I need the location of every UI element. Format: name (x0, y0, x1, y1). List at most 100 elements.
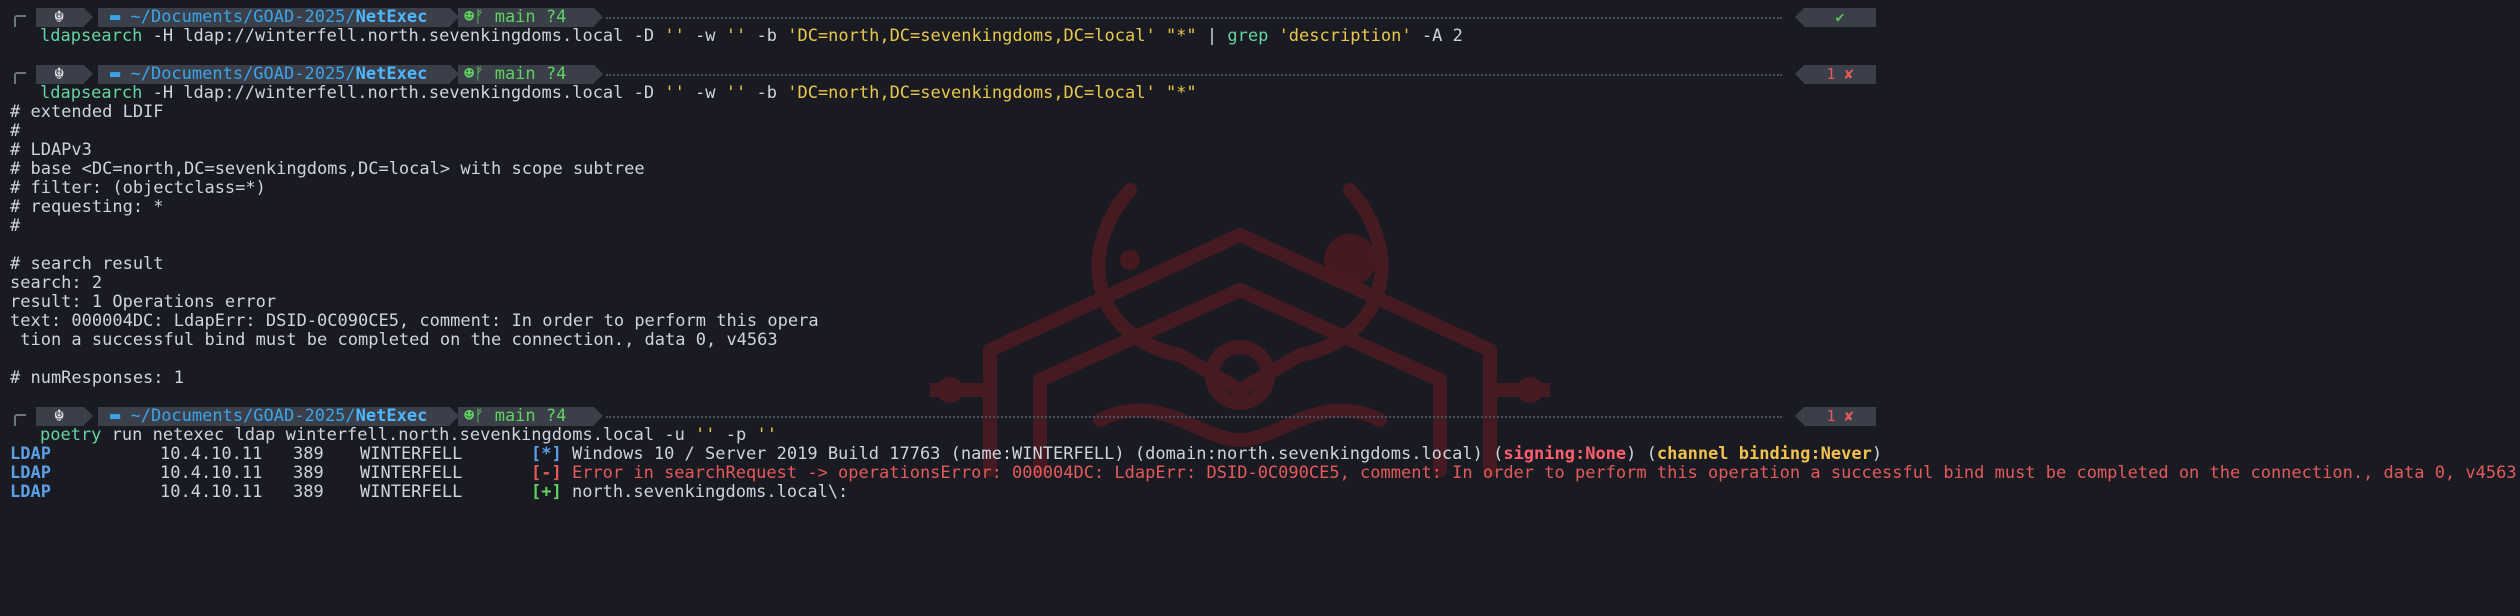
command-name: grep (1227, 26, 1269, 46)
kali-dragon-icon: ☬ (36, 407, 93, 426)
prompt-line: ☬ ▬ ~/Documents/GOAD-2025/NetExec ☻ᚠ mai… (10, 65, 1900, 84)
error-x-icon: ✘ (1844, 407, 1854, 425)
hostname: WINTERFELL (360, 463, 463, 483)
path-prefix: ~/Documents/GOAD-2025/ (130, 7, 356, 27)
path-prefix: ~/Documents/GOAD-2025/ (130, 64, 356, 84)
nxc-message: north.sevenkingdoms.local\: (561, 482, 849, 502)
command-string: 'DC=north,DC=sevenkingdoms,DC=local' (787, 83, 1156, 103)
command-pipe: | (1196, 26, 1228, 46)
branch-name: main (494, 406, 536, 426)
kali-dragon-icon: ☬ (36, 8, 93, 27)
ip-address: 10.4.10.11 (160, 463, 263, 483)
command-args: -H ldap://winterfell.north.sevenkingdoms… (142, 83, 665, 103)
exit-code: 1 (1826, 407, 1836, 425)
git-changes: ?4 (545, 406, 567, 426)
command-args: run netexec ldap winterfell.north.sevenk… (101, 425, 696, 445)
nxc-message: ) (1871, 444, 1883, 464)
success-tag: [+] (531, 482, 562, 502)
nxc-message: ) ( (1626, 444, 1657, 464)
branch-name: main (494, 7, 536, 27)
error-x-icon: ✘ (1844, 65, 1854, 83)
output-line: # LDAPv3 (10, 140, 92, 160)
kali-dragon-icon: ☬ (36, 65, 93, 84)
command-name: ldapsearch (40, 83, 143, 103)
exit-code: 1 (1826, 65, 1836, 83)
command-args: -H ldap://winterfell.north.sevenkingdoms… (142, 26, 665, 46)
prompt-path: ▬ ~/Documents/GOAD-2025/NetExec (98, 64, 459, 84)
git-segment: ☻ᚠ main ?4 (458, 7, 603, 27)
command-string: '' (664, 26, 685, 46)
command-string: '' (695, 425, 716, 445)
nxc-output-row: LDAP 10.4.10.11 389 WINTERFELL [+] north… (10, 483, 2520, 502)
command-string: '' (725, 26, 747, 46)
command-string: '' (756, 425, 777, 445)
command-args: -w (684, 26, 726, 46)
prompt-path: ▬ ~/Documents/GOAD-2025/NetExec (98, 7, 459, 27)
command-args (1156, 83, 1166, 103)
command-string: "*" (1165, 83, 1197, 103)
output-line: tion a successful bind must be completed… (10, 330, 778, 350)
github-cat-icon: ☻ (464, 64, 475, 84)
folder-icon: ▬ (110, 64, 131, 84)
git-changes: ?4 (545, 64, 567, 84)
folder-icon: ▬ (110, 7, 131, 27)
port: 389 (293, 444, 324, 464)
folder-icon: ▬ (110, 406, 131, 426)
ip-address: 10.4.10.11 (160, 482, 263, 502)
output-line: # search result (10, 254, 164, 274)
command-name: poetry (40, 425, 102, 445)
git-segment: ☻ᚠ main ?4 (458, 64, 603, 84)
branch-name: main (494, 64, 536, 84)
nxc-output-row: LDAP 10.4.10.11 389 WINTERFELL [-] Error… (10, 464, 2520, 483)
path-dir: NetExec (355, 406, 428, 426)
prompt-fill-dots (606, 416, 1782, 418)
github-cat-icon: ☻ (464, 406, 475, 426)
command-string: 'DC=north,DC=sevenkingdoms,DC=local' (787, 26, 1156, 46)
status-ok-icon: ✔ (1795, 8, 1876, 27)
command-line[interactable]: poetry run netexec ldap winterfell.north… (40, 426, 2520, 445)
command-string: '' (664, 83, 685, 103)
git-changes: ?4 (545, 7, 567, 27)
command-args: -b (746, 26, 788, 46)
branch-icon: ᚠ (474, 406, 485, 426)
command-line[interactable]: ldapsearch -H ldap://winterfell.north.se… (40, 84, 2520, 103)
prompt-corner (14, 414, 26, 426)
output-line: # base <DC=north,DC=sevenkingdoms,DC=loc… (10, 159, 645, 179)
nxc-output-row: LDAP 10.4.10.11 389 WINTERFELL [*] Windo… (10, 445, 2520, 464)
output-line: # filter: (objectclass=*) (10, 178, 266, 198)
branch-icon: ᚠ (474, 64, 485, 84)
command-args (1156, 26, 1166, 46)
git-segment: ☻ᚠ main ?4 (458, 406, 603, 426)
command-args: -w (684, 83, 726, 103)
channel-binding-status: channel binding:Never (1656, 444, 1872, 464)
nxc-error-message: Error in searchRequest -> operationsErro… (561, 463, 2517, 483)
command-line[interactable]: ldapsearch -H ldap://winterfell.north.se… (40, 27, 2520, 46)
output-line: # (10, 121, 21, 141)
output-line: text: 000004DC: LdapErr: DSID-0C090CE5, … (10, 311, 819, 331)
info-tag: [*] (531, 444, 562, 464)
hostname: WINTERFELL (360, 444, 463, 464)
ip-address: 10.4.10.11 (160, 444, 263, 464)
status-error-badge: 1 ✘ (1795, 407, 1876, 426)
command-name: ldapsearch (40, 26, 143, 46)
output-line: # (10, 216, 21, 236)
command-string: 'description' (1268, 26, 1412, 46)
branch-icon: ᚠ (474, 7, 485, 27)
command-args: -b (746, 83, 788, 103)
command-string: "*" (1165, 26, 1197, 46)
protocol-label: LDAP (10, 444, 51, 464)
output-line: # numResponses: 1 (10, 368, 184, 388)
hostname: WINTERFELL (360, 482, 463, 502)
command-args: -A 2 (1411, 26, 1463, 46)
prompt-line: ☬ ▬ ~/Documents/GOAD-2025/NetExec ☻ᚠ mai… (10, 8, 1900, 27)
prompt-fill-dots (606, 74, 1782, 76)
path-dir: NetExec (355, 7, 428, 27)
output-line: # extended LDIF (10, 102, 164, 122)
port: 389 (293, 482, 324, 502)
prompt-corner (14, 15, 26, 27)
output-line: search: 2 (10, 273, 103, 293)
terminal-window[interactable]: ☬ ▬ ~/Documents/GOAD-2025/NetExec ☻ᚠ mai… (0, 0, 2520, 510)
path-dir: NetExec (355, 64, 428, 84)
